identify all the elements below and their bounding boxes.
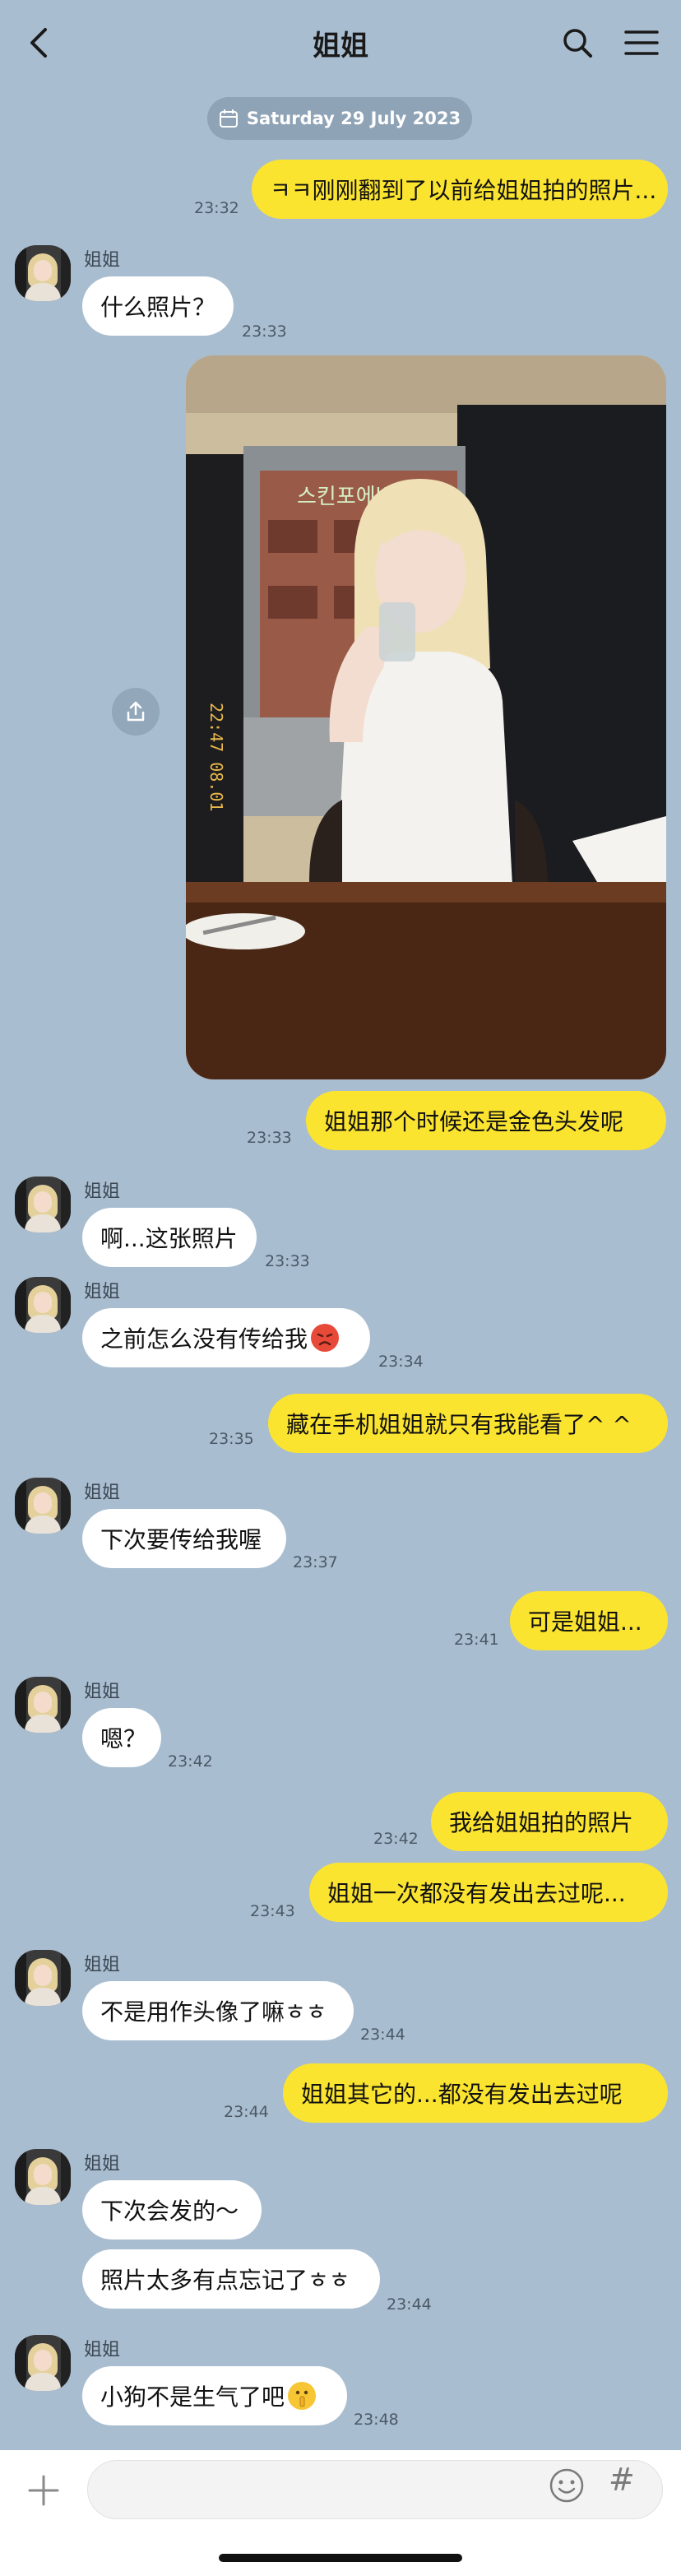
avatar[interactable]: [15, 2335, 71, 2391]
message-bubble[interactable]: 小狗不是生气了吧: [82, 2366, 347, 2425]
share-button[interactable]: [112, 688, 160, 736]
message-bubble[interactable]: 啊...这张照片: [82, 1208, 257, 1267]
chat-title: 姐姐: [313, 29, 368, 63]
message-input-bar: #: [0, 2450, 681, 2576]
message-time: 23:44: [224, 2103, 269, 2121]
sender-name: 姐姐: [84, 250, 121, 271]
avatar[interactable]: [15, 1950, 71, 2006]
message-bubble[interactable]: 之前怎么没有传给我: [82, 1308, 370, 1367]
avatar[interactable]: [15, 1277, 71, 1333]
photo-date-stamp: 22:47 08.01: [206, 703, 226, 811]
message-bubble[interactable]: 什么照片？: [82, 276, 234, 336]
angry-face-icon: [311, 1324, 340, 1352]
message-bubble[interactable]: 嗯？: [82, 1708, 161, 1767]
message-time: 23:33: [265, 1252, 310, 1270]
message-text: 之前怎么没有传给我: [100, 1325, 308, 1353]
sender-name: 姐姐: [84, 1483, 121, 1503]
message-time: 23:37: [293, 1553, 338, 1571]
sender-name: 姐姐: [84, 2154, 121, 2175]
avatar[interactable]: [15, 1177, 71, 1232]
avatar[interactable]: [15, 245, 71, 301]
home-indicator: [219, 2554, 462, 2562]
hashtag-button[interactable]: #: [609, 2462, 635, 2498]
search-icon: [563, 29, 592, 58]
chevron-left-icon: [30, 28, 47, 58]
calendar-icon: [219, 109, 238, 128]
photo-image: 스킨포에버 22:47 08.01: [186, 355, 666, 1079]
message-bubble[interactable]: 下次会发的～: [82, 2180, 262, 2239]
message-bubble[interactable]: 可是姐姐...: [510, 1591, 668, 1650]
share-icon: [127, 701, 145, 722]
message-time: 23:34: [378, 1353, 424, 1371]
message-bubble[interactable]: 藏在手机姐姐就只有我能看了^ ^: [268, 1394, 668, 1453]
message-time: 23:32: [194, 199, 239, 217]
sender-name: 姐姐: [84, 2340, 121, 2360]
message-time: 23:33: [247, 1129, 292, 1147]
sender-name: 姐姐: [84, 1955, 121, 1975]
message-bubble[interactable]: 不是用作头像了嘛ㅎㅎ: [82, 1981, 354, 2040]
date-divider: Saturday 29 July 2023: [207, 97, 472, 140]
emoji-icon: [549, 2468, 584, 2503]
sender-name: 姐姐: [84, 1282, 121, 1302]
message-time: 23:44: [387, 2295, 432, 2314]
emoji-button[interactable]: [548, 2467, 586, 2504]
avatar[interactable]: [15, 1478, 71, 1534]
sender-name: 姐姐: [84, 1682, 121, 1702]
attach-button[interactable]: [23, 2470, 64, 2511]
date-label: Saturday 29 July 2023: [246, 109, 461, 128]
avatar[interactable]: [15, 2149, 71, 2205]
plus-icon: [28, 2475, 59, 2506]
message-time: 23:44: [360, 2026, 405, 2044]
message-text: 小狗不是生气了吧: [100, 2383, 285, 2411]
avatar[interactable]: [15, 1677, 71, 1733]
message-bubble[interactable]: ㅋㅋ刚刚翻到了以前给姐姐拍的照片...: [252, 160, 668, 219]
message-bubble[interactable]: 照片太多有点忘记了ㅎㅎ: [82, 2249, 380, 2309]
message-bubble[interactable]: 姐姐一次都没有发出去过呢...: [309, 1863, 668, 1922]
chat-header: 姐姐: [0, 0, 681, 86]
message-time: 23:48: [354, 2411, 399, 2429]
menu-icon: [624, 30, 659, 55]
sender-name: 姐姐: [84, 1181, 121, 1202]
message-time: 23:41: [454, 1631, 499, 1649]
shushing-face-icon: [288, 2382, 317, 2410]
message-time: 23:42: [168, 1752, 213, 1771]
search-button[interactable]: [553, 18, 602, 67]
back-button[interactable]: [15, 18, 64, 67]
message-bubble[interactable]: 我给姐姐拍的照片: [431, 1792, 668, 1851]
message-time: 23:42: [373, 1830, 419, 1848]
photo-message[interactable]: 스킨포에버 22:47 08.01: [186, 355, 666, 1079]
message-time: 23:33: [242, 323, 287, 341]
message-bubble[interactable]: 姐姐其它的...都没有发出去过呢: [283, 2063, 668, 2123]
message-time: 23:43: [250, 1902, 295, 1920]
message-time: 23:35: [209, 1430, 254, 1448]
message-bubble[interactable]: 姐姐那个时候还是金色头发呢: [306, 1091, 666, 1150]
message-bubble[interactable]: 下次要传给我喔: [82, 1509, 286, 1568]
menu-button[interactable]: [617, 18, 666, 67]
